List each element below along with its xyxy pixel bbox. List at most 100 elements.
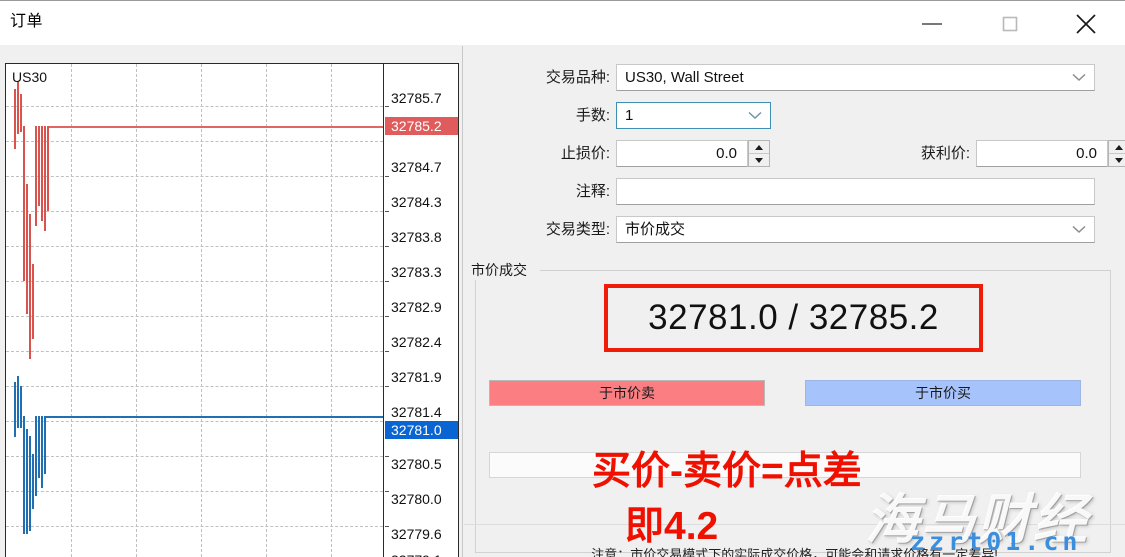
tradetype-label: 交易类型: [545, 221, 610, 238]
bid-tick [23, 416, 25, 534]
grid-line-horizontal [6, 386, 383, 387]
axis-label: 32781.4 [391, 404, 442, 420]
maximize-button[interactable] [976, 1, 1043, 46]
takeprofit-input[interactable]: 0.0 [976, 140, 1108, 167]
chart-symbol-label: US30 [12, 69, 48, 85]
ask-tick [47, 126, 49, 211]
execution-group-title: 市价成交 [469, 260, 532, 280]
tradetype-value: 市价成交 [625, 220, 686, 238]
bid-tick [44, 416, 46, 474]
grid-line-horizontal [6, 316, 383, 317]
sell-button-label: 于市价卖 [599, 385, 655, 401]
grid-line-horizontal [6, 141, 383, 142]
chart-frame[interactable]: US30 32785.7 32785.2 32784.7 32784.3 327… [5, 63, 459, 557]
tradetype-select[interactable]: 市价成交 [616, 216, 1095, 243]
grid-line-horizontal [6, 106, 383, 107]
axis-label: 32784.3 [391, 194, 442, 210]
watermark-url: zzrt01.cn [910, 527, 1082, 556]
bid-tick [17, 376, 19, 428]
market-price-box: 32781.0 / 32785.2 [604, 284, 983, 352]
grid-line-horizontal [6, 351, 383, 352]
ask-tick [35, 126, 37, 226]
axis-label: 32780.0 [391, 491, 442, 507]
spinner-up-icon[interactable] [1109, 141, 1125, 153]
ask-tick [23, 126, 25, 281]
bid-price-line [46, 416, 383, 418]
chart-panel: US30 32785.7 32785.2 32784.7 32784.3 327… [0, 46, 463, 557]
axis-label: 32779.6 [391, 526, 442, 542]
grid-line-horizontal [6, 421, 383, 422]
minimize-button[interactable] [898, 1, 965, 46]
axis-tick [385, 106, 389, 107]
bid-price-label: 32781.0 [385, 421, 458, 439]
symbol-value: US30, Wall Street [625, 68, 744, 86]
stoploss-value: 0.0 [716, 144, 737, 162]
lots-select[interactable]: 1 [616, 102, 771, 129]
axis-label: 32783.3 [391, 264, 442, 280]
title-bar: 订单 [0, 0, 1125, 45]
ask-tick [41, 126, 43, 221]
axis-tick [385, 526, 389, 527]
bid-tick [35, 416, 37, 496]
bid-tick [14, 382, 16, 437]
axis-label: 32779.1 [385, 551, 458, 557]
comment-input[interactable] [616, 178, 1095, 205]
grid-line-horizontal [6, 456, 383, 457]
chevron-down-icon [748, 104, 762, 128]
buy-at-market-button[interactable]: 于市价买 [805, 380, 1081, 406]
stoploss-input[interactable]: 0.0 [616, 140, 748, 167]
price-axis[interactable]: 32785.7 32785.2 32784.7 32784.3 32783.8 … [385, 64, 458, 557]
grid-line-horizontal [6, 246, 383, 247]
ask-tick [20, 94, 22, 132]
bid-tick [26, 429, 28, 534]
ask-tick [26, 184, 28, 314]
grid-line-vertical [71, 64, 72, 557]
axis-tick [385, 316, 389, 317]
grid-line-vertical [331, 64, 332, 557]
market-price-value: 32781.0 / 32785.2 [648, 298, 939, 337]
annotation-spread-value: 即4.2 [625, 505, 719, 548]
axis-tick [385, 351, 389, 352]
ask-price-line [48, 126, 383, 128]
chart-plot-area[interactable]: US30 [6, 64, 384, 557]
grid-line-horizontal [6, 491, 383, 492]
axis-label: 32784.7 [391, 159, 442, 175]
spinner-up-icon[interactable] [749, 141, 769, 153]
axis-tick [385, 386, 389, 387]
ask-tick [29, 214, 31, 359]
axis-tick [385, 246, 389, 247]
symbol-select[interactable]: US30, Wall Street [616, 64, 1095, 91]
axis-label: 32782.4 [391, 334, 442, 350]
takeprofit-value: 0.0 [1076, 144, 1097, 162]
ask-tick [44, 126, 46, 231]
annotation-spread-formula: 买价-卖价=点差 [592, 450, 862, 493]
axis-tick [385, 456, 389, 457]
axis-label: 32780.5 [391, 456, 442, 472]
grid-line-horizontal [6, 211, 383, 212]
lots-label: 手数: [575, 107, 610, 124]
sell-at-market-button[interactable]: 于市价卖 [489, 380, 765, 406]
axis-tick [385, 491, 389, 492]
comment-label: 注释: [575, 183, 610, 200]
grid-line-horizontal [6, 176, 383, 177]
axis-tick [385, 281, 389, 282]
chevron-down-icon [1072, 218, 1086, 242]
lots-value: 1 [625, 106, 634, 124]
ask-price-label: 32785.2 [385, 117, 458, 135]
maximize-icon [1000, 14, 1020, 34]
ask-tick [14, 89, 16, 149]
takeprofit-stepper[interactable] [1108, 140, 1125, 167]
grid-line-horizontal [6, 526, 383, 527]
stoploss-label: 止损价: [560, 145, 610, 162]
chevron-down-icon [1072, 66, 1086, 90]
axis-tick [385, 176, 389, 177]
bid-tick [41, 416, 43, 488]
grid-line-vertical [136, 64, 137, 557]
spinner-down-icon[interactable] [1109, 154, 1125, 166]
close-button[interactable] [1052, 1, 1119, 46]
spinner-down-icon[interactable] [749, 154, 769, 166]
bid-tick [32, 454, 34, 509]
stoploss-stepper[interactable] [748, 140, 770, 167]
window-title: 订单 [10, 13, 44, 30]
order-window: 订单 US30 32785.7 32785.2 32784.7 32784.3 … [0, 0, 1125, 557]
